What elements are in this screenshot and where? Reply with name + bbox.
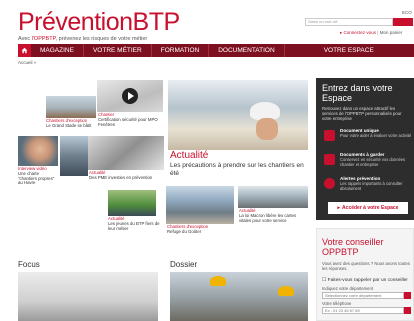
photo-macron <box>238 186 308 208</box>
tile-actu-jeunes[interactable]: Actualité Les jeunes du BTP fiers de leur… <box>100 190 164 236</box>
focus-tile[interactable] <box>18 272 158 321</box>
espace-item-desc: Les rappels importants à consulter absol… <box>340 181 403 191</box>
tile-text: Une charte "chantiers propres" au Havre <box>18 170 55 186</box>
nav-votre-metier[interactable]: Votre métier <box>84 44 152 57</box>
photo-worker-drinking <box>168 80 308 150</box>
photo-helmet-yellow-2 <box>278 286 294 296</box>
nav-votre-espace[interactable]: Votre espace <box>315 44 383 57</box>
folder-icon <box>324 154 335 165</box>
photo-jeunes <box>108 190 156 216</box>
play-icon[interactable] <box>122 88 138 104</box>
tile-text: Des PME investies en prévention <box>89 174 153 180</box>
header-links: ▸ Connectez-vous | Mon panier <box>340 30 402 36</box>
tile-text: Les jeunes du BTP fiers de leur métier <box>108 220 160 231</box>
conseiller-panel: Votre conseiller OPPBTP Vous avez des qu… <box>316 228 414 321</box>
tile-caption: Interview vidéo Une charte "chantiers pro… <box>18 166 58 186</box>
big-kicker: Actualité <box>170 150 209 161</box>
tagline: Avec l'OPPBTP, prévenez les risques de v… <box>18 36 147 42</box>
dossier-title: Dossier <box>170 260 198 269</box>
document-icon <box>324 130 335 141</box>
tagline-prefix: Avec <box>18 36 32 42</box>
tile-caption: Chantiers d'exception Refuge du Goûter <box>167 224 235 235</box>
search-input[interactable]: Saisir un mot clé <box>305 18 393 26</box>
photo-dossier <box>170 272 308 321</box>
home-icon <box>21 47 28 54</box>
nav-documentation[interactable]: Documentation <box>209 44 285 57</box>
big-text: Les précautions à prendre sur les chanti… <box>170 162 304 177</box>
conseiller-question: Vous avez des questions ? Nous avons tou… <box>322 261 410 271</box>
photo-stade <box>46 96 96 118</box>
big-caption[interactable]: Actualité Les précautions à prendre sur … <box>170 150 308 177</box>
espace-item-alertes[interactable]: Alertes prévention Les rappels important… <box>322 176 414 198</box>
search-button[interactable] <box>393 18 413 26</box>
phone-submit-button[interactable] <box>404 307 411 314</box>
home-button[interactable] <box>18 44 31 57</box>
callback-option[interactable]: ☐ Faites-vous rappeler par un conseiller <box>322 278 408 283</box>
tile-text: Refuge du Goûter <box>167 228 202 234</box>
espace-item-desc: Pour votre aider à évaluer votre activit… <box>340 133 412 138</box>
acceder-espace-label: Accéder à votre Espace <box>342 205 399 211</box>
breadcrumb[interactable]: Accueil » <box>18 60 36 65</box>
tile-caption: Actualité La loi Macron libère les cartes… <box>239 208 307 223</box>
tile-actu-pme[interactable]: Actualité Des PME investies en prévention <box>88 136 164 186</box>
page: PréventionBTP Avec l'OPPBTP, prévenez le… <box>0 0 414 321</box>
photo-focus <box>18 272 158 321</box>
dept-select[interactable]: Sélectionnez votre département <box>322 292 404 299</box>
espace-item-document-unique[interactable]: Document unique Pour votre aider à évalu… <box>322 128 414 150</box>
tile-caption: Chantier Certification sécurité pour MPO … <box>98 112 162 127</box>
tile-caption: Chantiers d'exception Le Grand Stade se b… <box>46 118 96 129</box>
tile-text: Le Grand Stade se bâtit <box>46 122 92 128</box>
tile-text: Certification sécurité pour MPO Fenêtres <box>98 116 158 127</box>
espace-item-desc: Conservez en sécurité vos données chanti… <box>340 157 406 167</box>
espace-title: Entrez dans votre Espace <box>322 83 393 103</box>
tagline-rest: , prévenez les risques de votre métier <box>55 36 148 42</box>
logo-text-btp: BTP <box>132 8 181 36</box>
tile-caption: Actualité Des PME investies en prévention <box>89 170 163 181</box>
tile-big-actualite[interactable] <box>168 80 308 150</box>
tagline-brand: l'OPPBTP <box>31 36 56 42</box>
focus-title: Focus <box>18 260 40 269</box>
tile-interview[interactable]: Interview vidéo Une charte "chantiers pro… <box>18 136 58 186</box>
photo-pme <box>88 136 164 170</box>
nav-formation[interactable]: Formation <box>152 44 210 57</box>
tile-caption: Actualité Les jeunes du BTP fiers de leur… <box>108 216 164 231</box>
panier-link[interactable]: Mon panier <box>380 30 403 35</box>
tile-video-certification[interactable]: Chantier Certification sécurité pour MPO … <box>97 80 163 132</box>
main-nav: Magazine Votre métier Formation Document… <box>18 44 414 57</box>
photo-interview <box>18 136 58 166</box>
acceder-espace-button[interactable]: ▸ Accéder à votre Espace <box>328 202 408 214</box>
espace-intro: Retrouvez dans un espace attractif les s… <box>322 106 402 121</box>
nav-magazine[interactable]: Magazine <box>31 44 84 57</box>
tile-chantiers-gouter[interactable]: Chantiers d'exception Refuge du Goûter <box>166 186 236 238</box>
login-link[interactable]: Connectez-vous <box>344 30 377 35</box>
phone-label: Votre téléphone <box>322 301 352 306</box>
eco-label: ECO <box>402 10 412 15</box>
callback-label: Faites-vous rappeler par un conseiller <box>327 278 408 283</box>
tile-text: La loi Macron libère les cartes vitales … <box>239 212 297 223</box>
dept-dropdown-icon[interactable] <box>404 292 411 299</box>
tile-actu-worker[interactable] <box>60 136 88 176</box>
tile-actu-macron[interactable]: Actualité La loi Macron libère les cartes… <box>238 186 308 238</box>
logo-text-prevention: Prévention <box>18 8 133 36</box>
dossier-tile[interactable] <box>170 272 308 321</box>
alert-icon <box>324 178 335 189</box>
photo-worker <box>60 136 88 176</box>
photo-refuge <box>166 186 234 224</box>
phone-input[interactable]: Ex : 01 23 45 67 89 <box>322 307 404 314</box>
tile-chantiers-stade[interactable]: Chantiers d'exception Le Grand Stade se b… <box>46 96 96 132</box>
site-logo[interactable]: PréventionBTP <box>18 8 180 36</box>
conseiller-title: Votre conseiller OPPBTP <box>322 237 384 257</box>
photo-helmet-yellow-1 <box>210 276 226 286</box>
espace-item-documents-garder[interactable]: Documents à garder Conservez en sécurité… <box>322 152 414 174</box>
photo-face <box>256 118 278 140</box>
dept-label: Indiquez votre département <box>322 286 373 291</box>
arrow-right-icon: ▸ <box>337 205 341 211</box>
espace-panel: Entrez dans votre Espace Retrouvez dans … <box>316 78 414 220</box>
